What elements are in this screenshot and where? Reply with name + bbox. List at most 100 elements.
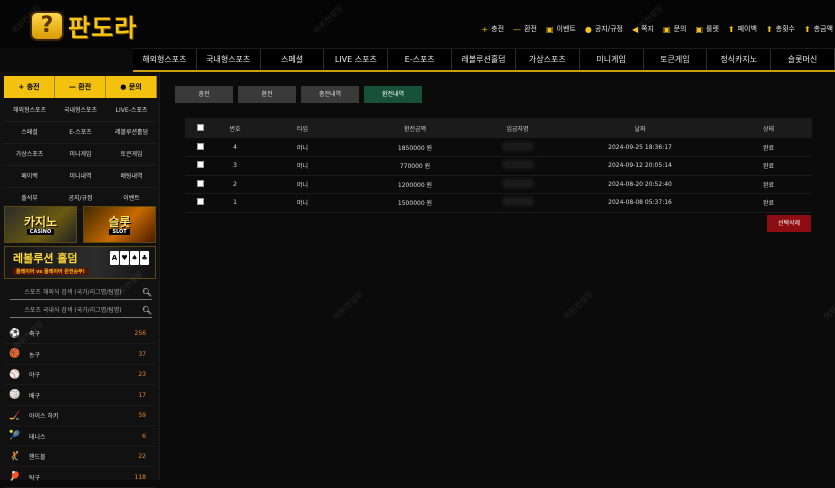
row-select-cell[interactable] <box>185 175 215 194</box>
topnav-item[interactable]: ⬆ 총금액 <box>804 24 833 34</box>
deposit-button[interactable]: + 충전 <box>4 76 55 98</box>
main-menu-item[interactable]: 가상스포츠 <box>516 49 580 70</box>
row-type: 머니 <box>255 156 350 176</box>
main-menu-item[interactable]: 레볼루션홀덤 <box>452 49 516 70</box>
tab-deposit[interactable]: 충전 <box>175 86 233 103</box>
row-amount: 770000 원 <box>350 156 480 176</box>
overseas-sports-search[interactable]: 스포츠 해외식 검색 (국가/리그명/팀명) 🔍︎ <box>10 286 152 300</box>
row-status: 완료 <box>725 175 812 194</box>
sport-count: 256 <box>134 330 146 337</box>
topnav-item[interactable]: ▣ 문의 <box>663 24 686 34</box>
sport-item[interactable]: 🏓 탁구 118 <box>4 468 156 488</box>
quick-menu-item[interactable]: 스페셜 <box>4 122 55 144</box>
table-header-row: 번호 타입 환전금액 입금자명 날짜 상태 <box>185 118 812 138</box>
col-status: 상태 <box>725 118 812 138</box>
sport-item[interactable]: 🎾 테니스 6 <box>4 427 156 447</box>
slot-banner-title: 슬롯 <box>108 214 131 229</box>
row-type: 머니 <box>255 175 350 194</box>
quick-menu-item[interactable]: 가상스포츠 <box>4 144 55 166</box>
casino-banner-title: 카지노 <box>23 214 58 229</box>
hockey-icon: 🏒 <box>9 410 21 421</box>
select-all-header[interactable] <box>185 118 215 138</box>
search-icon[interactable]: 🔍︎ <box>142 304 152 318</box>
revolution-banner-title: 레볼루션 홀덤 <box>13 252 78 265</box>
tab-withdraw-history[interactable]: 환전내역 <box>364 86 422 103</box>
main-menu-item[interactable]: 스페셜 <box>261 49 325 70</box>
watermark: 먹튀컨설팅 <box>562 289 595 322</box>
row-checkbox[interactable] <box>196 179 204 187</box>
megaphone-icon: ◀ <box>631 24 639 34</box>
redacted-name <box>502 142 533 150</box>
row-depositor <box>480 138 555 157</box>
casino-banner[interactable]: 카지노 CASINO <box>4 206 77 243</box>
tab-deposit-history[interactable]: 충전내역 <box>301 86 359 103</box>
calendar-icon: ▣ <box>545 24 554 34</box>
row-checkbox[interactable] <box>196 161 204 169</box>
topnav-item[interactable]: ⬆ 페이백 <box>728 24 757 34</box>
redacted-name <box>502 198 533 206</box>
quick-menu-item[interactable]: 미니내역 <box>55 166 106 188</box>
sport-item[interactable]: 🏐 배구 17 <box>4 386 156 406</box>
row-status: 완료 <box>725 156 812 176</box>
topnav-item[interactable]: — 환전 <box>513 24 537 34</box>
domestic-sports-search[interactable]: 스포츠 국내식 검색 (국가/리그명/팀명) 🔍︎ <box>10 304 152 318</box>
sport-item[interactable]: 🤾 핸드볼 22 <box>4 447 156 467</box>
revolution-holdem-banner[interactable]: 레볼루션 홀덤 플레이어 vs 플레이어 완전승부! A ♥ ♠ ♣ <box>4 246 156 279</box>
search-icon[interactable]: 🔍︎ <box>142 286 152 300</box>
quick-menu-item[interactable]: 배팅내역 <box>106 166 157 188</box>
watermark: 먹튀컨설팅 <box>332 289 365 322</box>
coin-icon: ⬆ <box>727 24 735 34</box>
sport-count: 118 <box>134 473 146 481</box>
topnav-label: 룰렛 <box>706 25 719 33</box>
basketball-icon: 🏀 <box>9 349 21 359</box>
quick-menu-item[interactable]: 미니게임 <box>55 144 106 166</box>
main-menu-item[interactable]: 미니게임 <box>580 49 644 70</box>
row-select-cell[interactable] <box>185 156 215 176</box>
inquiry-button[interactable]: ● 문의 <box>106 76 157 98</box>
sport-name: 핸드볼 <box>29 454 46 461</box>
redacted-name <box>502 179 533 187</box>
main-menu-item[interactable]: E-스포츠 <box>388 49 453 70</box>
logo-icon: ? <box>30 10 64 41</box>
sport-item[interactable]: 🏒 아이스 하키 59 <box>4 406 156 426</box>
slot-banner[interactable]: 슬롯 SLOT <box>83 206 156 243</box>
sport-name: 축구 <box>29 331 41 338</box>
main-menu-item[interactable]: 정식카지노 <box>707 49 772 70</box>
left-sidebar: + 충전 — 환전 ● 문의 해외형스포츠 국내형스포츠 LIVE-스포츠스페셜 E-스포… <box>0 72 160 488</box>
quick-menu-item[interactable]: 국내형스포츠 <box>55 100 106 122</box>
topnav-item[interactable]: + 충전 <box>481 24 504 34</box>
main-menu-item[interactable]: 국내형스포츠 <box>197 49 261 70</box>
topnav-item[interactable]: ● 공지/규정 <box>585 24 623 34</box>
tab-withdraw[interactable]: 환전 <box>238 86 296 103</box>
quick-menu-item[interactable]: 레볼루션홀덤 <box>106 122 157 144</box>
topnav-item[interactable]: ▣ 룰렛 <box>695 24 718 34</box>
sport-item[interactable]: ⚾ 야구 23 <box>4 365 156 385</box>
topnav-label: 이벤트 <box>556 25 576 33</box>
main-menu-item[interactable]: 토큰게임 <box>644 49 708 70</box>
quick-menu-item[interactable]: 페이백 <box>4 166 55 188</box>
site-logo[interactable]: ? 판도라 <box>30 8 137 43</box>
slot-banner-sub: SLOT <box>109 228 130 235</box>
main-menu-item[interactable]: LIVE 스포츠 <box>324 49 389 70</box>
row-select-cell[interactable] <box>185 138 215 157</box>
row-checkbox[interactable] <box>196 198 204 206</box>
quick-menu-item[interactable]: E-스포츠 <box>55 122 106 144</box>
withdraw-button[interactable]: — 환전 <box>55 76 106 98</box>
row-select-cell[interactable] <box>185 193 215 213</box>
main-menu-item[interactable]: 슬롯머신 <box>771 49 835 70</box>
topnav-item[interactable]: ◀ 쪽지 <box>632 24 654 34</box>
topnav-item[interactable]: ⬆ 총횟수 <box>766 24 795 34</box>
pingpong-icon: 🏓 <box>9 472 21 482</box>
quick-menu-item[interactable]: LIVE-스포츠 <box>106 100 157 122</box>
main-menu-item[interactable]: 해외형스포츠 <box>133 49 197 70</box>
quick-menu-item[interactable]: 해외형스포츠 <box>4 100 55 122</box>
topnav-label: 공지/규정 <box>594 25 623 33</box>
row-checkbox[interactable] <box>196 142 204 150</box>
topnav-item[interactable]: ▣ 이벤트 <box>546 24 576 34</box>
select-all-checkbox[interactable] <box>196 123 204 131</box>
sport-item[interactable]: 🏀 농구 37 <box>4 345 156 365</box>
quick-menu-item[interactable]: 토큰게임 <box>106 144 157 166</box>
tennis-icon: 🎾 <box>9 431 21 441</box>
delete-selected-button[interactable]: 선택삭제 <box>767 215 811 232</box>
sport-item[interactable]: ⚽ 축구 256 <box>4 324 156 344</box>
